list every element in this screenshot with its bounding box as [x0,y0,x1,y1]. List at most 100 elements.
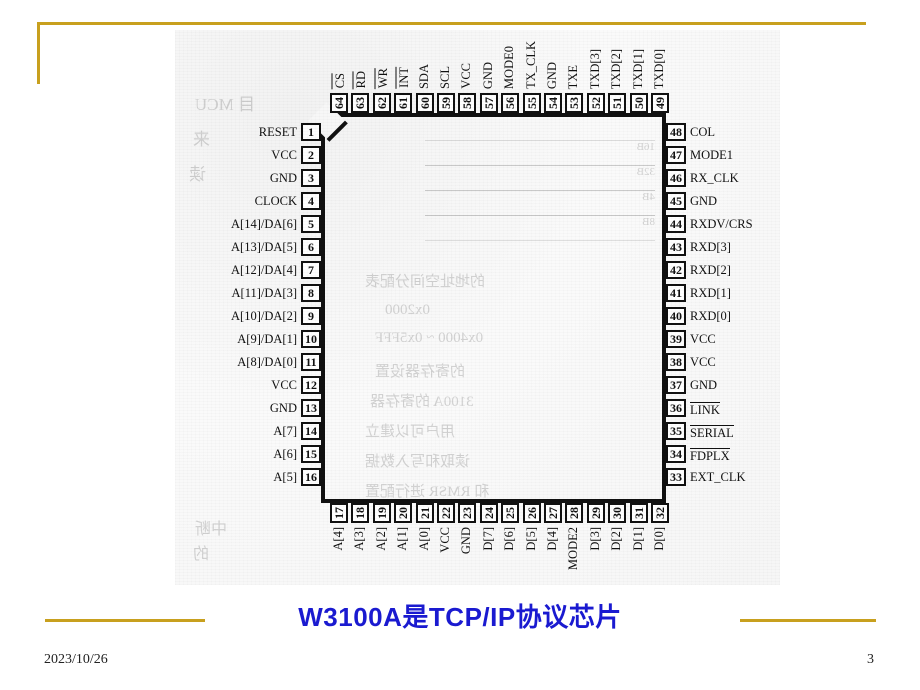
pin-number: 52 [588,97,603,109]
pin-number: 24 [481,507,496,519]
pin-number: 23 [460,507,475,519]
pin-number-box: 35 [666,422,686,440]
pin-number: 20 [396,507,411,519]
pin-number: 27 [546,507,560,519]
pin-number: 21 [417,507,432,519]
pin-number-box: 29 [586,503,605,523]
pin-signal-label: A[14]/DA[6] [231,217,297,231]
pin-signal-label: RXD[3] [690,240,731,254]
pin-number-box: 25 [501,503,520,523]
pin-number-box: 13 [301,399,321,417]
gold-top-vertical-rule [37,22,40,84]
pin-number-box: 23 [458,503,477,523]
pin-number-box: 24 [479,503,498,523]
pin-number-box: 53 [565,93,584,113]
pin-number: 53 [567,97,582,109]
pin-signal-label: GND [690,378,718,392]
pin-number-box: 4 [301,192,321,210]
pin-number-box: 40 [666,307,686,325]
pin-signal-label: A[2] [373,527,388,551]
pin-number: 56 [503,97,518,109]
pin-signal-label: TXD[1] [630,48,645,89]
pin-number-box: 36 [666,399,686,417]
pin-number: 51 [610,97,625,109]
slide-caption: W3100A是TCP/IP协议芯片 [298,602,622,632]
pin-signal-label: A[3] [352,527,367,551]
pin-signal-label: SCL [438,66,452,89]
pin-number-box: 42 [666,261,686,279]
pin-number-box: 41 [666,284,686,302]
pin-signal-label: CLOCK [254,194,297,208]
pin-number-box: 58 [458,93,477,113]
pin-signal-label: COL [690,125,715,139]
pin-number: 30 [610,507,625,519]
pin-signal-label: VCC [690,355,716,369]
pin-signal-label: RXD[2] [690,263,731,277]
pin-number-box: 37 [666,376,686,394]
pin-signal-label: GND [269,401,297,415]
pin-signal-label: WR [374,67,390,89]
pin-signal-label: A[8]/DA[0] [237,355,297,369]
pin-number-box: 11 [301,353,321,371]
pin-signal-label: VCC [271,378,297,392]
pin-signal-label: A[6] [273,447,297,461]
pin-signal-label: TXD[3] [587,48,602,89]
pin-signal-label: TXE [566,64,581,89]
pin-signal-label: D[5] [523,527,538,551]
pin-number-box: 33 [666,468,686,486]
pin-signal-label: A[1] [395,527,410,551]
pin-number-box: 26 [522,503,541,523]
pin-signal-label: RX_CLK [690,171,739,185]
pin-number-box: 8 [301,284,321,302]
pin-number-box: 55 [522,93,541,113]
pin-number: 59 [439,97,453,109]
pin-number: 31 [631,507,646,519]
pin-number-box: 43 [666,238,686,256]
pin-signal-label: FDPLX [690,448,730,463]
pin-number-box: 15 [301,445,321,463]
pin-signal-label: A[10]/DA[2] [231,309,297,323]
pin-number-box: 50 [629,93,648,113]
pin-number-box: 21 [415,503,434,523]
pin-number-box: 56 [501,93,520,113]
pin-signal-label: SDA [416,63,431,89]
pin-number-box: 12 [301,376,321,394]
pin-number-box: 9 [301,307,321,325]
footer-page-number: 3 [867,652,874,667]
pin-number-box: 6 [301,238,321,256]
pin-signal-label: MODE2 [566,527,581,571]
pin-number-box: 28 [565,503,584,523]
pin-number: 28 [567,507,582,519]
pin-number: 32 [653,507,667,519]
pin-number-box: 38 [666,353,686,371]
pin-number-box: 10 [301,330,321,348]
pin-signal-label: VCC [690,332,716,346]
pin-number: 54 [546,97,560,109]
pin-signal-label: MODE1 [690,148,734,162]
pin-number-box: 3 [301,169,321,187]
pin-number: 49 [653,97,667,109]
pin-number-box: 5 [301,215,321,233]
pin-number-box: 34 [666,445,686,463]
pin-signal-label: TXD[0] [652,48,666,89]
pin-number-box: 7 [301,261,321,279]
pin-signal-label: RXDV/CRS [690,217,753,231]
pin-signal-label: GND [545,61,559,89]
pin-signal-label: SERIAL [690,425,734,440]
gold-top-horizontal-rule [37,22,866,25]
pin-number: 60 [417,97,432,109]
pin-number-box: 22 [437,503,455,523]
chip-pinout-diagram: 1 RESET 2 VCC 3 GND 4 CLOCK 5 A[14]/DA[6] 6 A[13]/D… [175,30,780,585]
pin-number-box: 18 [351,503,370,523]
pin-signal-label: VCC [438,527,452,553]
pin-number-box: 61 [394,93,413,113]
pin-signal-label: A[12]/DA[4] [231,263,297,277]
pin-signal-label: GND [480,61,495,89]
pin-signal-label: VCC [459,63,474,89]
pin-number-box: 2 [301,146,321,164]
pin-signal-label: EXT_CLK [690,470,746,484]
pin-number: 18 [353,507,368,519]
pin-number: 22 [439,507,453,519]
footer-date: 2023/10/26 [44,652,108,667]
pin-number: 19 [374,507,389,519]
